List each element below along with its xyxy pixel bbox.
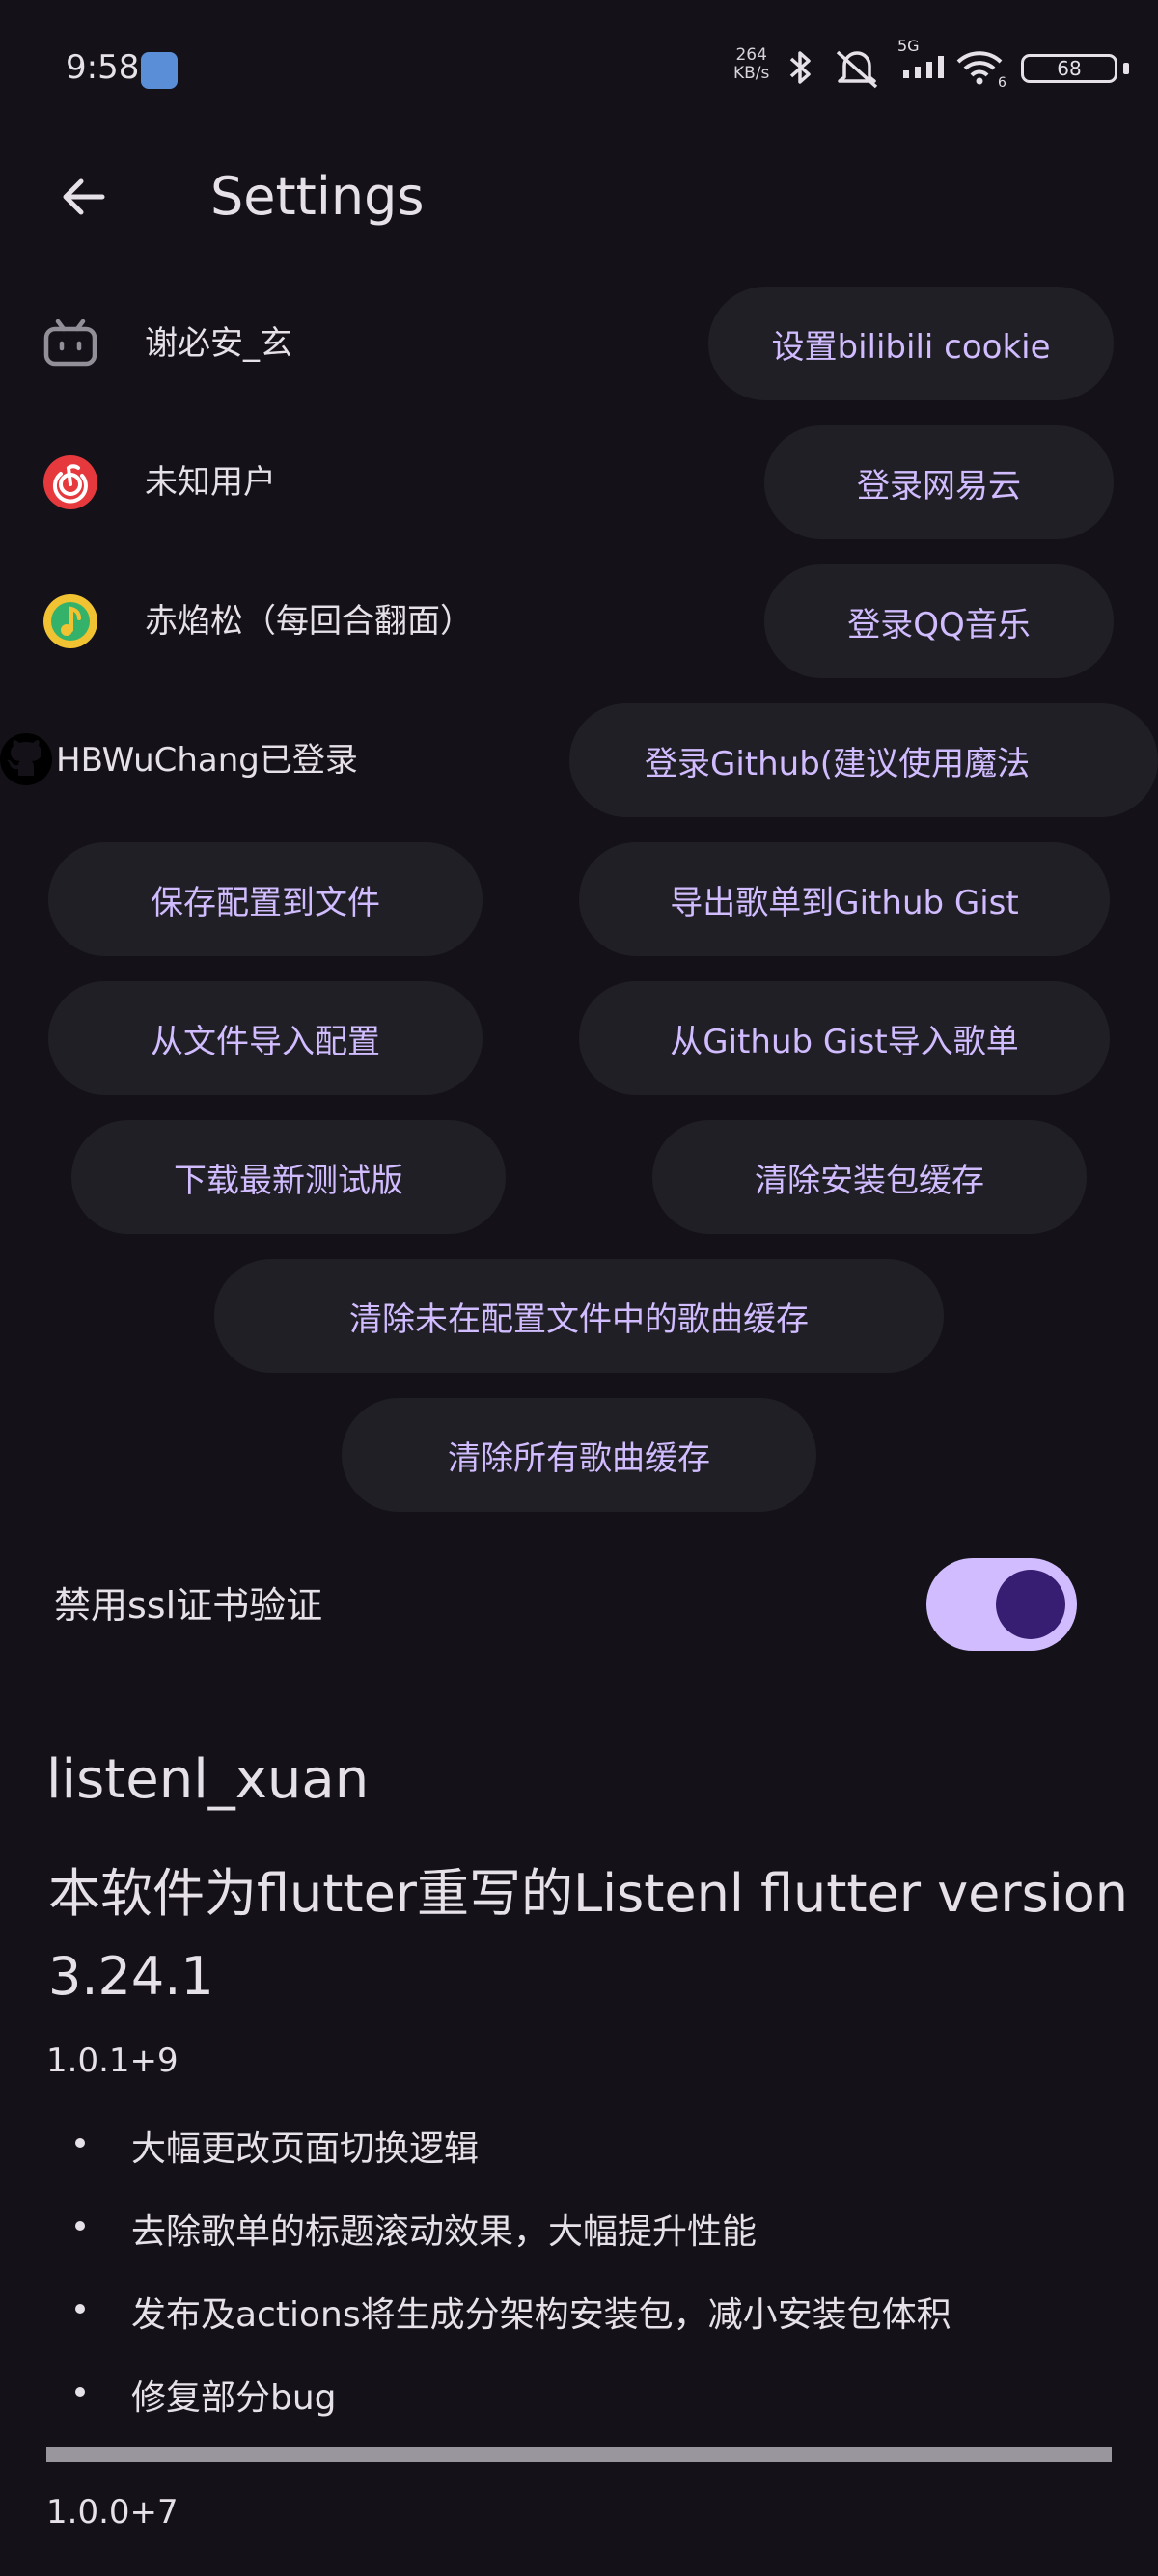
changelog-item: 修复部分bug [131,2378,337,2418]
app-name: listenl_xuan [46,1748,370,1811]
ssl-toggle-thumb[interactable] [996,1570,1065,1639]
changelog-item: 发布及actions将生成分架构安装包，减小安装包体积 [131,2295,951,2335]
app-description: 本软件为flutter重写的Listenl flutter version 3.… [48,1863,1128,2007]
arrow-back-icon [63,178,105,215]
clear-orphan-cache-button[interactable]: 清除未在配置文件中的歌曲缓存 [214,1259,944,1373]
changelog-divider [46,2447,1112,2462]
ssl-toggle-label: 禁用ssl证书验证 [54,1584,323,1627]
network-speed: 264 KB/s [733,45,770,83]
qqmusic-icon [42,593,98,649]
app-badge-icon [141,52,178,89]
alarm-off-icon [830,46,884,89]
clear-apk-cache-button[interactable]: 清除安装包缓存 [652,1120,1087,1234]
bullet-icon [75,2304,85,2314]
status-time: 9:58 [66,48,140,87]
bluetooth-icon [780,46,822,89]
changelog-item: 去除歌单的标题滚动效果，大幅提升性能 [131,2212,758,2252]
bullet-icon [75,2387,85,2397]
changelog-version: 1.0.1+9 [46,2042,179,2080]
netease-icon [42,454,98,510]
bullet-icon [75,2138,85,2148]
login-github-button[interactable]: 登录Github(建议使用魔法 [569,703,1158,817]
import-gist-button[interactable]: 从Github Gist导入歌单 [579,981,1110,1095]
import-config-button[interactable]: 从文件导入配置 [48,981,482,1095]
clear-all-cache-button[interactable]: 清除所有歌曲缓存 [342,1398,816,1512]
github-icon [0,731,54,787]
export-gist-button[interactable]: 导出歌单到Github Gist [579,842,1110,956]
back-button[interactable] [50,164,116,230]
qqmusic-username: 赤焰松（每回合翻面） [145,602,473,641]
login-qqmusic-button[interactable]: 登录QQ音乐 [764,564,1114,678]
bullet-icon [75,2221,85,2231]
changelog-item: 大幅更改页面切换逻辑 [131,2129,480,2169]
set-bilibili-cookie-button[interactable]: 设置bilibili cookie [708,287,1114,400]
battery-icon: 68 [1021,54,1129,83]
github-username: HBWuChang已登录 [56,741,358,780]
signal-icon [899,46,951,89]
save-config-button[interactable]: 保存配置到文件 [48,842,482,956]
page-title: Settings [210,166,425,227]
changelog-version: 1.0.0+7 [46,2493,179,2532]
bilibili-username: 谢必安_玄 [145,324,292,363]
battery-level: 68 [1021,54,1117,83]
wifi-suffix: 6 [998,75,1006,91]
netease-username: 未知用户 [145,463,276,502]
bilibili-icon [42,315,98,371]
download-beta-button[interactable]: 下载最新测试版 [71,1120,506,1234]
login-netease-button[interactable]: 登录网易云 [764,425,1114,539]
